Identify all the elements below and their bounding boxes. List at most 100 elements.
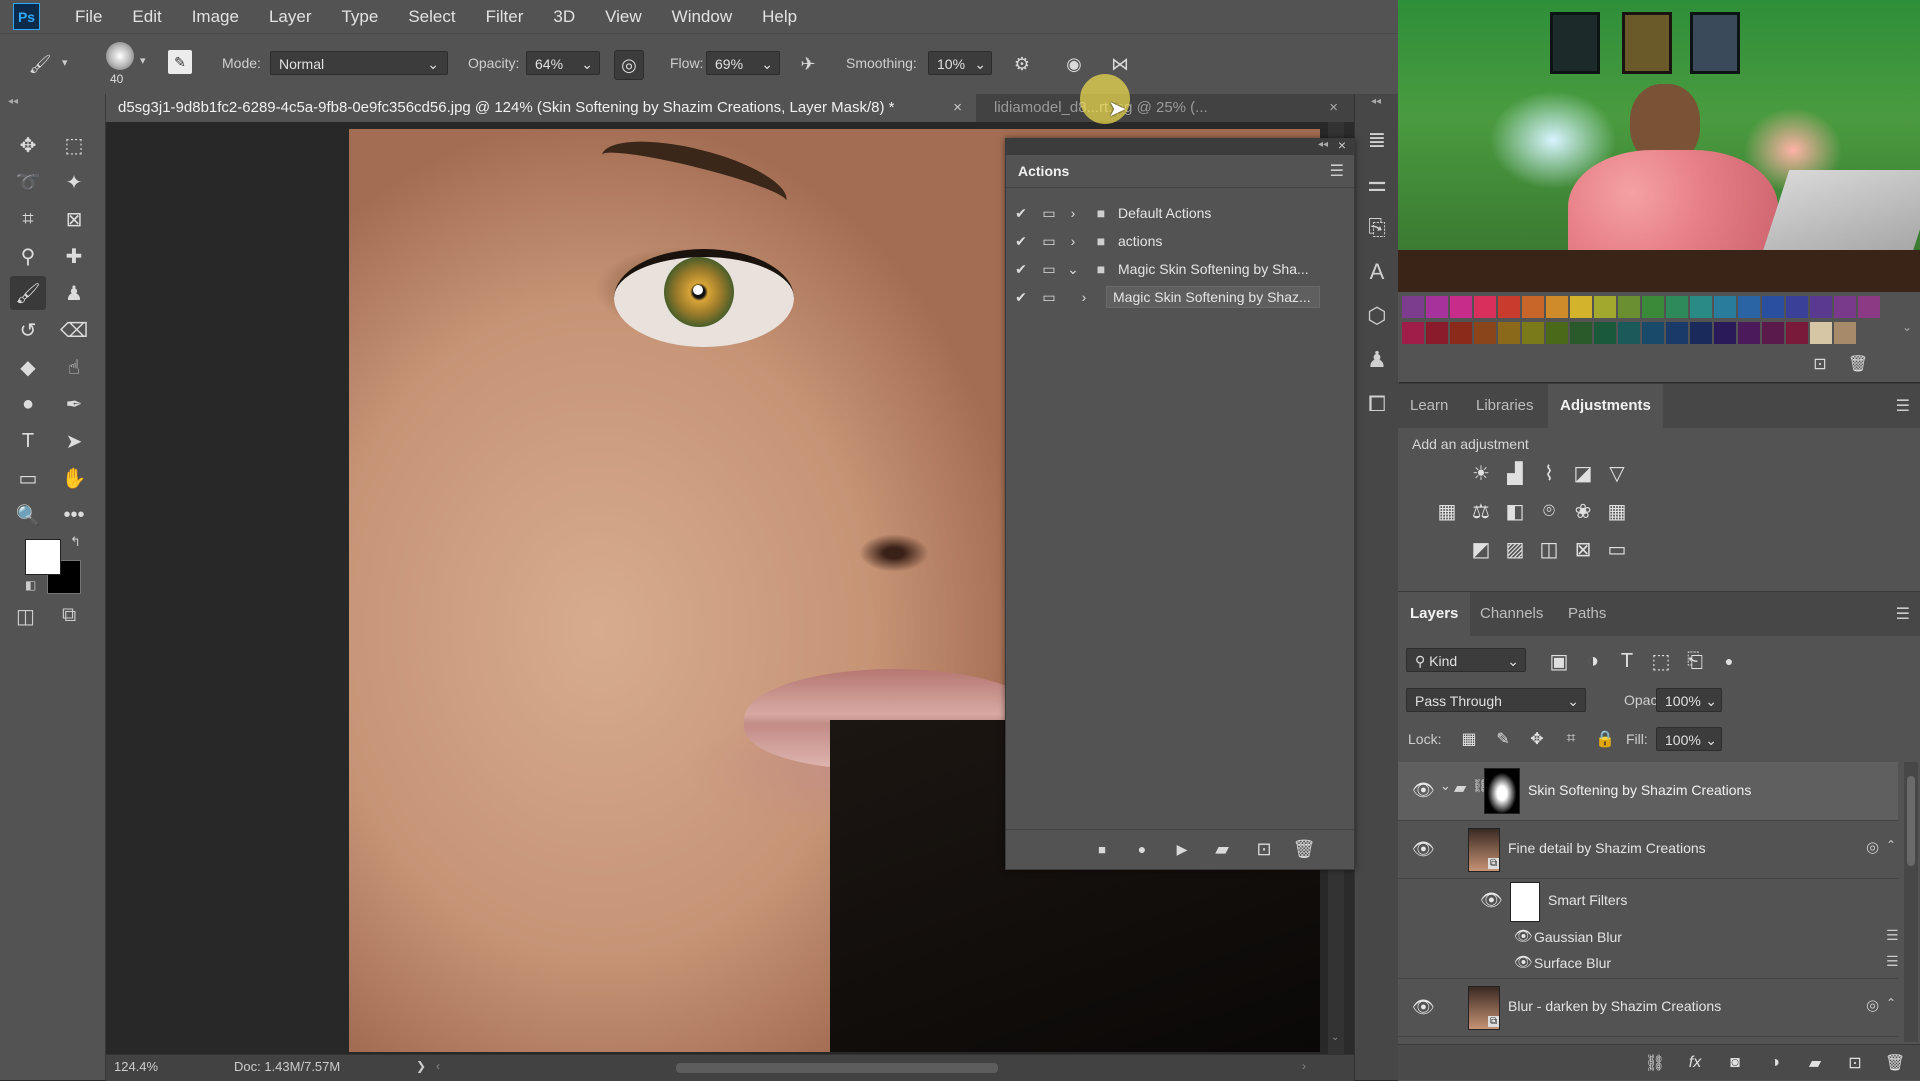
layer-style-fx-icon[interactable]: fx	[1678, 1046, 1712, 1080]
zoom-tool-icon[interactable]: 🔍	[10, 498, 46, 532]
document-tab-inactive[interactable]: lidiamodel_d8...rt.jpg @ 25% (... ×	[982, 94, 1352, 122]
tool-preset-chevron-icon[interactable]: ▾	[62, 56, 68, 69]
new-adjustment-layer-icon[interactable]: ◑	[1758, 1046, 1792, 1080]
eraser-tool-icon[interactable]: ⌫	[56, 313, 92, 347]
chevron-down-icon[interactable]: ⌄	[1331, 1032, 1339, 1043]
tab-libraries[interactable]: Libraries	[1464, 384, 1546, 428]
filter-effects-icon[interactable]: ◎	[1866, 838, 1879, 856]
marquee-tool-icon[interactable]: ⬚	[56, 128, 92, 162]
eye-icon[interactable]: 👁	[1412, 997, 1435, 1018]
stamp-panel-icon[interactable]: ♟	[1355, 338, 1399, 382]
color-swatch[interactable]	[1762, 322, 1784, 344]
color-swatch[interactable]	[1570, 296, 1592, 318]
selective-color-icon[interactable]: ⊠	[1566, 532, 1600, 566]
menu-type[interactable]: Type	[326, 0, 393, 33]
scroll-left-icon[interactable]: ‹	[436, 1059, 442, 1073]
color-swatch[interactable]	[1690, 322, 1712, 344]
brush-tool-icon[interactable]: 🖌	[10, 276, 46, 310]
foreground-color-swatch-top[interactable]	[25, 539, 61, 575]
color-swatch[interactable]	[1450, 322, 1472, 344]
move-tool-icon[interactable]: ✥	[10, 128, 46, 162]
eyedropper-tool-icon[interactable]: ⚲	[10, 239, 46, 273]
color-swatch[interactable]	[1498, 322, 1520, 344]
menu-help[interactable]: Help	[747, 0, 812, 33]
link-layers-icon[interactable]: ⛓	[1638, 1046, 1672, 1080]
threshold-icon[interactable]: ◫	[1532, 532, 1566, 566]
menu-filter[interactable]: Filter	[471, 0, 539, 33]
new-action-icon[interactable]: ⊡	[1250, 835, 1278, 863]
menu-3d[interactable]: 3D	[538, 0, 590, 33]
color-swatch[interactable]	[1546, 296, 1568, 318]
mode-select[interactable]: Normal ⌄	[270, 51, 448, 75]
chevron-right-icon[interactable]: ›	[1062, 289, 1106, 305]
color-swatch[interactable]	[1426, 296, 1448, 318]
chevron-down-icon[interactable]: ⌄	[1705, 728, 1717, 752]
menu-file[interactable]: File	[60, 0, 117, 33]
brush-settings-panel-icon[interactable]: ≣	[1355, 118, 1399, 162]
checkmark-icon[interactable]: ✔	[1006, 289, 1036, 306]
menu-layer[interactable]: Layer	[254, 0, 327, 33]
dialog-toggle-icon[interactable]: ▭	[1036, 261, 1062, 278]
color-swatch[interactable]	[1666, 322, 1688, 344]
opacity-field[interactable]: 64% ⌄	[526, 51, 600, 75]
tab-adjustments[interactable]: Adjustments	[1548, 384, 1663, 428]
color-swatch[interactable]	[1810, 322, 1832, 344]
filter-adjustment-icon[interactable]: ◑	[1576, 644, 1610, 678]
color-swatch[interactable]	[1570, 322, 1592, 344]
record-icon[interactable]: ●	[1128, 835, 1156, 863]
type-tool-icon[interactable]: T	[10, 424, 46, 458]
smart-filters-row[interactable]: 👁 Smart Filters	[1398, 878, 1898, 924]
history-brush-tool-icon[interactable]: ↺	[10, 313, 46, 347]
add-mask-icon[interactable]: ◙	[1718, 1046, 1752, 1080]
color-swatch[interactable]	[1594, 322, 1616, 344]
color-swatch[interactable]	[1834, 296, 1856, 318]
color-swatch[interactable]	[1714, 296, 1736, 318]
layer-row[interactable]: 👁 ⧉ Fine detail by Shazim Creations ◎ ⌃	[1398, 822, 1898, 879]
color-swatch[interactable]	[1738, 296, 1760, 318]
menu-select[interactable]: Select	[393, 0, 470, 33]
posterize-icon[interactable]: ▨	[1498, 532, 1532, 566]
play-icon[interactable]: ▶	[1168, 835, 1196, 863]
hue-saturation-icon[interactable]: ▦	[1430, 494, 1464, 528]
blending-options-icon[interactable]: ☰	[1886, 927, 1899, 944]
checkmark-icon[interactable]: ✔	[1006, 205, 1036, 222]
color-swatch[interactable]	[1642, 322, 1664, 344]
black-white-icon[interactable]: ◧	[1498, 494, 1532, 528]
eye-icon[interactable]: 👁	[1514, 927, 1533, 945]
menu-edit[interactable]: Edit	[117, 0, 176, 33]
menu-window[interactable]: Window	[657, 0, 747, 33]
action-row[interactable]: ✔ ▭ › Magic Skin Softening by Shaz...	[1006, 283, 1336, 311]
layer-name[interactable]: Skin Softening by Shazim Creations	[1528, 782, 1751, 798]
layer-opacity-field[interactable]: 100% ⌄	[1656, 688, 1722, 712]
color-swatch[interactable]	[1498, 296, 1520, 318]
chevron-down-icon[interactable]: ⌄	[974, 52, 986, 76]
panel-menu-icon[interactable]: ☰	[1896, 604, 1910, 624]
document-tab-active[interactable]: d5sg3j1-9d8b1fc2-6289-4c5a-9fb8-0e9fc356…	[106, 94, 976, 122]
crop-tool-icon[interactable]: ⌗	[10, 202, 46, 236]
gear-icon[interactable]: ⚙	[1008, 50, 1036, 78]
blending-options-icon[interactable]: ☰	[1886, 953, 1899, 970]
clone-stamp-tool-icon[interactable]: ♟	[56, 276, 92, 310]
color-swatch[interactable]	[1522, 322, 1544, 344]
chevron-down-icon[interactable]: ⌄	[1705, 689, 1717, 713]
trash-icon[interactable]: 🗑	[1290, 835, 1318, 863]
gradient-map-icon[interactable]: ▭	[1600, 532, 1634, 566]
lock-pixels-icon[interactable]: ✎	[1486, 722, 1520, 756]
chevron-down-icon[interactable]: ⌄	[1902, 320, 1912, 334]
lock-position-icon[interactable]: ✥	[1520, 722, 1554, 756]
airbrush-icon[interactable]: ✈	[794, 50, 822, 78]
collapse-arrows-icon[interactable]: ◂◂	[1318, 139, 1328, 150]
tab-paths[interactable]: Paths	[1556, 592, 1618, 636]
color-swatch[interactable]	[1690, 296, 1712, 318]
filter-type-icon[interactable]: T	[1610, 644, 1644, 678]
chevron-down-icon[interactable]: ⌄	[581, 52, 593, 76]
chevron-down-icon[interactable]: ⌄	[1440, 778, 1451, 794]
tab-channels[interactable]: Channels	[1468, 592, 1555, 636]
collapse-arrows-icon[interactable]: ◂◂	[8, 96, 18, 107]
dodge-tool-icon[interactable]: ●	[10, 387, 46, 421]
quick-mask-icon[interactable]: ◫	[16, 604, 35, 629]
new-set-folder-icon[interactable]: ▰	[1208, 835, 1236, 863]
filter-smart-object-icon[interactable]: ⎗	[1678, 644, 1712, 678]
layer-name[interactable]: Smart Filters	[1548, 892, 1627, 908]
color-swatch[interactable]	[1642, 296, 1664, 318]
